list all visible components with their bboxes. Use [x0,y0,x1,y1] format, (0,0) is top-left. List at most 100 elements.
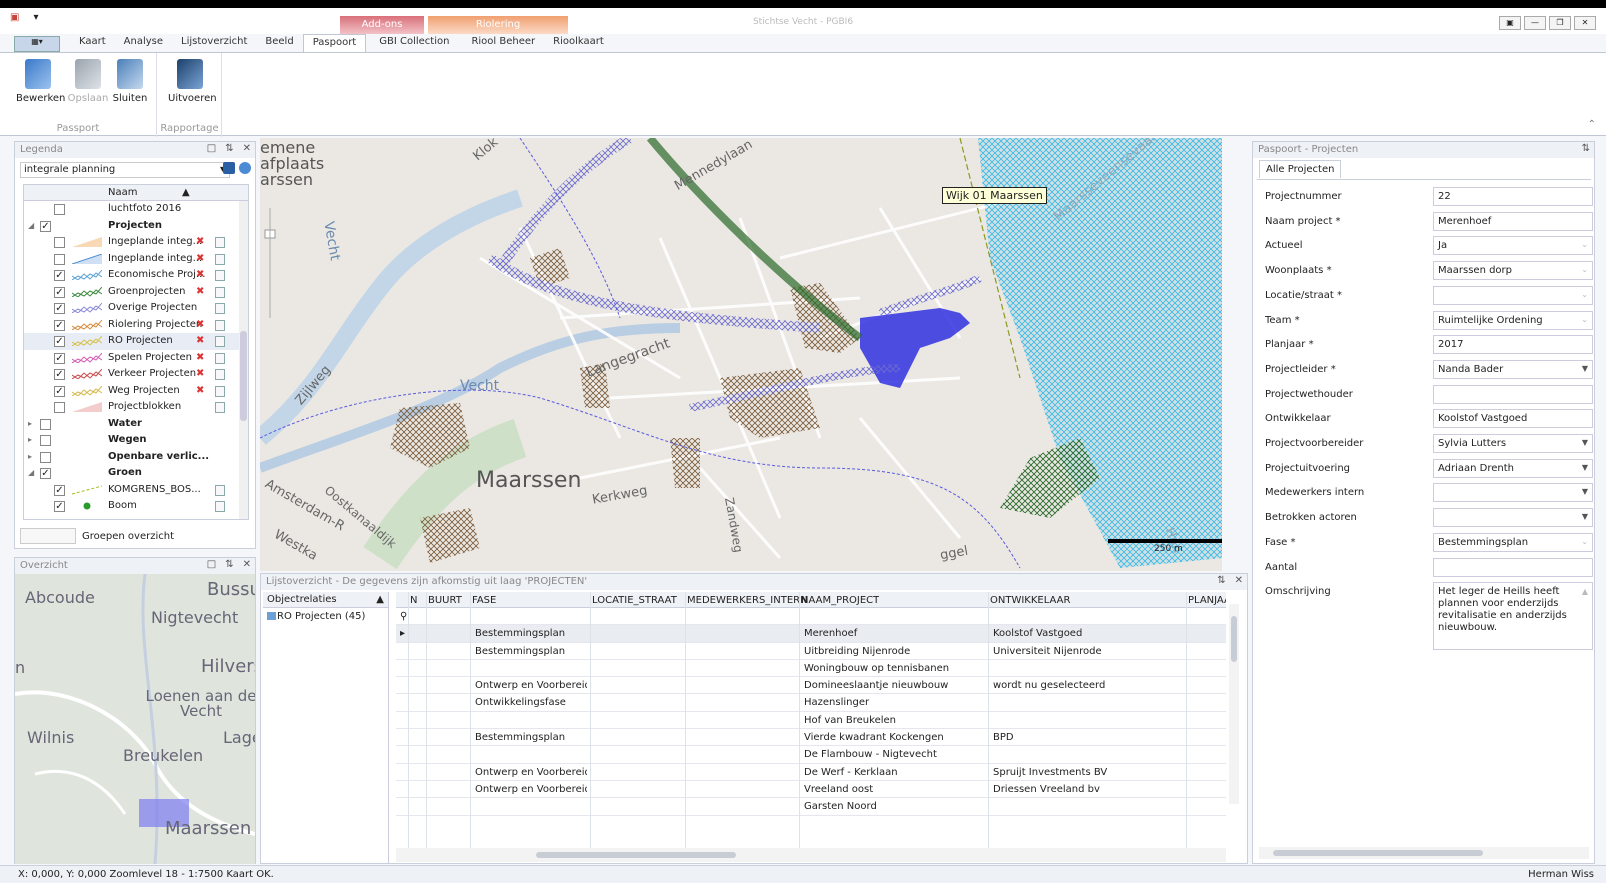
field-value[interactable]: Het leger de Heills heeft plannen voor e… [1433,582,1593,651]
layer-visibility-checkbox[interactable] [40,451,51,463]
scroll-up-icon[interactable]: ▲ [1582,586,1588,598]
sluiten-button[interactable]: Sluiten [108,59,152,104]
cell-fase[interactable]: Ontwikkelingsfase [475,697,587,708]
field-value[interactable]: Sylvia Lutters ▼ [1433,434,1593,453]
legend-layer-row[interactable]: Ingeplande integ... ✖ [24,234,248,251]
chevron-down-icon[interactable]: ⌄ [1581,315,1588,324]
table-row[interactable]: Bestemmingsplan Uitbreiding Nijenrode Univ… [396,643,1226,660]
minimize-button[interactable]: — [1524,16,1546,30]
main-map[interactable]: emene afplaats arssen Vecht Zijlweg Vech… [260,138,1222,571]
remove-layer-icon[interactable]: ✖ [196,269,204,280]
remove-layer-icon[interactable]: ✖ [196,253,204,264]
layer-properties-icon[interactable] [215,484,225,496]
bewerken-button[interactable]: Bewerken [16,59,65,104]
chevron-down-icon[interactable]: ▼ [1582,463,1588,472]
legend-column-header[interactable]: Naam ▲ [24,185,248,201]
legend-layer-row[interactable]: ▸ Water [24,416,248,433]
layer-properties-icon[interactable] [215,319,225,331]
column-header-locatie-straat[interactable]: LOCATIE_STRAAT [592,595,677,606]
save-legend-icon[interactable] [223,162,235,174]
cell-ontwikkelaar[interactable]: BPD [993,732,1183,743]
cell-naam-project[interactable]: De Flambouw - Nigtevecht [804,749,984,760]
layer-properties-icon[interactable] [215,501,225,512]
restore-layout-button[interactable]: ▣ [1499,16,1521,30]
layer-properties-icon[interactable] [215,385,225,397]
table-vertical-scrollbar[interactable] [1229,604,1239,804]
close-panel-icon[interactable]: ✕ [1235,575,1243,586]
pin-icon[interactable]: ⇅ [225,559,233,570]
chevron-down-icon[interactable]: ⌄ [1581,537,1588,546]
remove-layer-icon[interactable]: ✖ [196,319,204,330]
table-row[interactable]: De Flambouw - Nigtevecht [396,746,1226,764]
field-value[interactable]: 2017 [1433,335,1593,355]
table-row[interactable]: Ontwerp en Voorbereiding Domineeslaantje … [396,677,1226,695]
legend-settings-icon[interactable] [239,162,251,174]
collapse-ribbon-icon[interactable]: ⌃ [1588,119,1596,130]
layer-visibility-checkbox[interactable]: ✓ [54,484,65,496]
tab-analyse[interactable]: Analyse [115,34,172,52]
table-row[interactable]: Bestemmingsplan Vierde kwadrant Kockengen… [396,729,1226,747]
layer-visibility-checkbox[interactable]: ✓ [54,303,65,314]
layer-visibility-checkbox[interactable]: ✓ [40,220,51,232]
layer-visibility-checkbox[interactable]: ✓ [54,286,65,298]
chevron-down-icon[interactable]: ⌄ [1581,290,1588,299]
cell-naam-project[interactable]: Merenhoef [804,628,984,639]
tab-gbi-collection[interactable]: GBI Collection [370,34,458,52]
column-header-naam-project[interactable]: NAAM_PROJECT [801,595,879,606]
field-value[interactable]: Ruimtelijke Ordening ⌄ [1433,310,1593,330]
chevron-down-icon[interactable]: ▼ [1582,512,1588,521]
cell-fase[interactable]: Ontwerp en Voorbereiding [475,680,587,691]
float-panel-icon[interactable]: □ [207,559,216,570]
column-header-n[interactable]: N [410,595,417,606]
tab-beeld[interactable]: Beeld [256,34,302,52]
legend-layer-row[interactable]: ✓ Weg Projecten ✖ [24,383,248,400]
field-value[interactable]: ▼ [1433,508,1593,528]
table-row[interactable]: ▸ Bestemmingsplan Merenhoef Koolstof Vastgo… [396,625,1226,643]
field-value[interactable]: Koolstof Vastgoed [1433,409,1593,429]
legend-layer-row[interactable]: Ingeplande integ... ✖ [24,251,248,268]
legend-layer-row[interactable]: ✓ RO Projecten ✖ [24,333,248,350]
expand-icon[interactable]: ◢ [28,468,34,477]
legend-scrollbar[interactable] [239,201,248,519]
legend-set-select[interactable]: integrale planning ▾ [20,162,230,178]
layer-visibility-checkbox[interactable] [54,204,65,215]
layer-visibility-checkbox[interactable]: ✓ [54,270,65,281]
field-value[interactable]: Bestemmingsplan ⌄ [1433,532,1593,552]
legend-layer-row[interactable]: luchtfoto 2016 [24,201,248,218]
cell-naam-project[interactable]: Vierde kwadrant Kockengen [804,732,984,743]
legend-layer-row[interactable]: ✓ Spelen Projecten ✖ [24,350,248,367]
table-row[interactable]: Ontwerp en Voorbereiding Vreeland oost Dri… [396,781,1226,799]
cell-fase[interactable]: Bestemmingsplan [475,646,587,657]
remove-layer-icon[interactable]: ✖ [196,286,204,297]
cell-ontwikkelaar[interactable]: Driessen Vreeland bv [993,784,1183,795]
legend-layer-row[interactable]: ◢ ✓ Groen [24,465,248,482]
layer-properties-icon[interactable] [215,352,225,364]
cell-ontwikkelaar[interactable]: Spruijt Investments BV [993,767,1183,778]
column-header-medewerkers-intern[interactable]: MEDEWERKERS_INTERN [687,595,808,606]
cell-naam-project[interactable]: Vreeland oost [804,784,984,795]
field-value[interactable]: Maarssen dorp ⌄ [1433,261,1593,281]
cell-ontwikkelaar[interactable]: wordt nu geselecteerd [993,680,1183,691]
field-value[interactable]: ⌄ [1433,285,1593,305]
collapse-icon[interactable]: ▸ [28,452,32,461]
field-value[interactable]: Adriaan Drenth ▼ [1433,458,1593,478]
layer-visibility-checkbox[interactable] [54,237,65,248]
close-panel-icon[interactable]: ✕ [243,143,251,154]
collapse-icon[interactable]: ▸ [28,435,32,444]
object-relation-item[interactable]: RO Projecten (45) [263,608,388,625]
legend-layer-row[interactable]: ◢ ✓ Projecten [24,218,248,235]
layer-properties-icon[interactable] [215,369,225,380]
uitvoeren-button[interactable]: Uitvoeren [168,59,217,104]
cell-fase[interactable]: Ontwerp en Voorbereiding [475,767,587,778]
remove-layer-icon[interactable]: ✖ [196,335,204,346]
cell-ontwikkelaar[interactable]: Universiteit Nijenrode [993,646,1183,657]
tab-kaart[interactable]: Kaart [70,34,115,52]
legend-layer-row[interactable]: ✓ Boom [24,498,248,515]
table-row[interactable]: Garsten Noord [396,798,1226,816]
cell-naam-project[interactable]: Garsten Noord [804,801,984,812]
layer-properties-icon[interactable] [215,402,225,413]
tab-alle-projecten[interactable]: Alle Projecten [1259,160,1342,178]
field-value[interactable]: 22 [1433,187,1593,206]
layer-properties-icon[interactable] [215,253,225,265]
app-menu-button[interactable]: ▦▾ [14,36,60,52]
